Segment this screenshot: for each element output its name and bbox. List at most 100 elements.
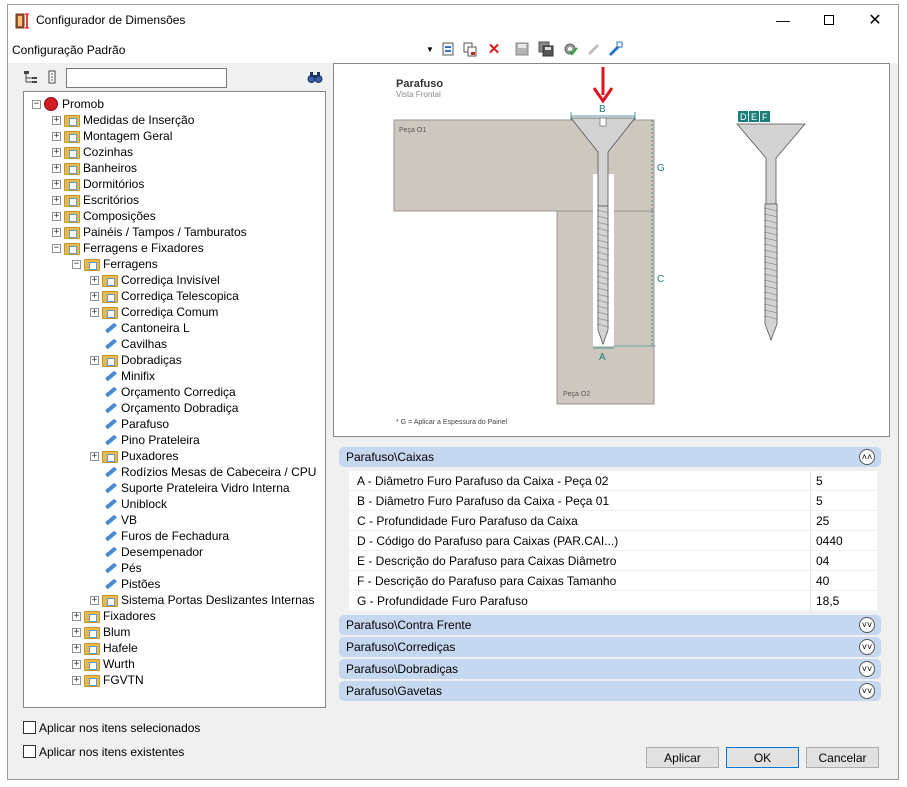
expand-icon[interactable]: + xyxy=(90,355,99,365)
expand-icon[interactable]: + xyxy=(52,179,61,189)
panel-header-corredicas[interactable]: Parafuso\Corrediças ˅˅ xyxy=(339,637,881,657)
expand-icon[interactable]: + xyxy=(72,675,81,685)
new-configuration-button[interactable] xyxy=(439,40,457,58)
collapse-tree-button[interactable] xyxy=(44,68,62,86)
property-row[interactable]: B - Diâmetro Furo Parafuso da Caixa - Pe… xyxy=(349,491,877,511)
property-value[interactable]: 0440 xyxy=(816,534,843,548)
expand-icon[interactable]: + xyxy=(90,275,99,285)
tree-item[interactable]: Cavilhas xyxy=(90,336,167,352)
expand-tree-button[interactable] xyxy=(22,68,40,86)
collapse-icon[interactable]: − xyxy=(72,259,81,269)
tree-item[interactable]: Pino Prateleira xyxy=(90,432,200,448)
expand-icon[interactable]: + xyxy=(52,227,61,237)
tree-search-input[interactable] xyxy=(66,68,227,88)
apply-settings-button[interactable] xyxy=(561,40,579,58)
tree-item[interactable]: Parafuso xyxy=(90,416,169,432)
expand-icon[interactable]: + xyxy=(90,595,99,605)
panel-header-caixas[interactable]: Parafuso\Caixas ˄˄ xyxy=(339,447,881,467)
property-row[interactable]: C - Profundidade Furo Parafuso da Caixa 2… xyxy=(349,511,877,531)
property-value[interactable]: 40 xyxy=(816,574,829,588)
chevron-down-icon[interactable]: ˅˅ xyxy=(859,683,875,699)
tree-item[interactable]: Suporte Prateleira Vidro Interna xyxy=(90,480,290,496)
tree-item[interactable]: Minifix xyxy=(90,368,155,384)
tree-item[interactable]: Desempenador xyxy=(90,544,203,560)
chevron-up-icon[interactable]: ˄˄ xyxy=(859,449,875,465)
chevron-down-icon[interactable]: ˅˅ xyxy=(859,661,875,677)
tree-item[interactable]: − Ferragens xyxy=(72,256,158,272)
expand-icon[interactable]: + xyxy=(72,627,81,637)
maximize-button[interactable] xyxy=(806,5,852,35)
apply-button[interactable]: Aplicar xyxy=(646,747,719,768)
tree-item[interactable]: + Hafele xyxy=(72,640,138,656)
tree-item[interactable]: + Escritórios xyxy=(52,192,139,208)
tree-item[interactable]: − Ferragens e Fixadores xyxy=(52,240,204,256)
tree-item[interactable]: + Medidas de Inserção xyxy=(52,112,194,128)
expand-icon[interactable]: + xyxy=(72,643,81,653)
tree-item[interactable]: − Promob xyxy=(32,96,104,112)
tree-item[interactable]: + FGVTN xyxy=(72,672,144,688)
tree-item[interactable]: Orçamento Corrediça xyxy=(90,384,236,400)
tree-item[interactable]: Orçamento Dobradiça xyxy=(90,400,238,416)
tree-item[interactable]: Cantoneira L xyxy=(90,320,190,336)
apply-selected-checkbox[interactable] xyxy=(23,721,36,734)
measure-button[interactable] xyxy=(607,40,625,58)
ok-button[interactable]: OK xyxy=(726,747,799,768)
chevron-down-icon[interactable]: ˅˅ xyxy=(859,639,875,655)
tree-item[interactable]: + Wurth xyxy=(72,656,135,672)
tree-item[interactable]: Rodízios Mesas de Cabeceira / CPU xyxy=(90,464,316,480)
tree-item[interactable]: + Composições xyxy=(52,208,156,224)
config-dropdown-button[interactable]: ▼ xyxy=(425,40,435,58)
property-value[interactable]: 25 xyxy=(816,514,829,528)
collapse-icon[interactable]: − xyxy=(32,99,41,109)
tool-wrench-button[interactable] xyxy=(585,40,603,58)
property-value[interactable]: 04 xyxy=(816,554,829,568)
category-tree[interactable]: − Promob + Medidas de Inserção + Montagem Ger… xyxy=(23,91,326,708)
expand-icon[interactable]: + xyxy=(52,211,61,221)
cancel-button[interactable]: Cancelar xyxy=(806,747,879,768)
collapse-icon[interactable]: − xyxy=(52,243,61,253)
property-row[interactable]: D - Código do Parafuso para Caixas (PAR.… xyxy=(349,531,877,551)
tree-item[interactable]: Furos de Fechadura xyxy=(90,528,229,544)
panel-header-contra-frente[interactable]: Parafuso\Contra Frente ˅˅ xyxy=(339,615,881,635)
tree-item[interactable]: + Dormitórios xyxy=(52,176,144,192)
tree-item[interactable]: VB xyxy=(90,512,137,528)
property-row[interactable]: F - Descrição do Parafuso para Caixas Ta… xyxy=(349,571,877,591)
tree-item[interactable]: Uniblock xyxy=(90,496,167,512)
apply-existing-checkbox[interactable] xyxy=(23,745,36,758)
tree-item[interactable]: + Painéis / Tampos / Tamburatos xyxy=(52,224,247,240)
property-row[interactable]: G - Profundidade Furo Parafuso 18,5 xyxy=(349,591,877,611)
chevron-down-icon[interactable]: ˅˅ xyxy=(859,617,875,633)
tree-item[interactable]: Pistões xyxy=(90,576,160,592)
property-value[interactable]: 18,5 xyxy=(816,594,839,608)
property-row[interactable]: A - Diâmetro Furo Parafuso da Caixa - Pe… xyxy=(349,471,877,491)
expand-icon[interactable]: + xyxy=(52,147,61,157)
tree-item[interactable]: Pés xyxy=(90,560,142,576)
minimize-button[interactable]: — xyxy=(760,5,806,35)
panel-header-dobradicas[interactable]: Parafuso\Dobradiças ˅˅ xyxy=(339,659,881,679)
tree-item[interactable]: + Corrediça Comum xyxy=(90,304,218,320)
expand-icon[interactable]: + xyxy=(72,659,81,669)
tree-item[interactable]: + Dobradiças xyxy=(90,352,182,368)
property-value[interactable]: 5 xyxy=(816,494,823,508)
tree-item[interactable]: + Corrediça Telescopica xyxy=(90,288,239,304)
tree-item[interactable]: + Montagem Geral xyxy=(52,128,172,144)
tree-item[interactable]: + Puxadores xyxy=(90,448,178,464)
property-row[interactable]: E - Descrição do Parafuso para Caixas Di… xyxy=(349,551,877,571)
expand-icon[interactable]: + xyxy=(90,291,99,301)
save-button[interactable] xyxy=(513,40,531,58)
tree-item[interactable]: + Blum xyxy=(72,624,130,640)
tree-item[interactable]: + Sistema Portas Deslizantes Internas xyxy=(90,592,314,608)
expand-icon[interactable]: + xyxy=(52,115,61,125)
tree-item[interactable]: + Cozinhas xyxy=(52,144,133,160)
expand-icon[interactable]: + xyxy=(72,611,81,621)
expand-icon[interactable]: + xyxy=(90,451,99,461)
tree-item[interactable]: + Fixadores xyxy=(72,608,156,624)
panel-header-gavetas[interactable]: Parafuso\Gavetas ˅˅ xyxy=(339,681,881,701)
expand-icon[interactable]: + xyxy=(90,307,99,317)
expand-icon[interactable]: + xyxy=(52,195,61,205)
property-value[interactable]: 5 xyxy=(816,474,823,488)
close-window-button[interactable]: ✕ xyxy=(852,5,898,35)
tree-item[interactable]: + Banheiros xyxy=(52,160,137,176)
delete-configuration-button[interactable]: ✕ xyxy=(485,40,503,58)
tree-item[interactable]: + Corrediça Invisível xyxy=(90,272,220,288)
